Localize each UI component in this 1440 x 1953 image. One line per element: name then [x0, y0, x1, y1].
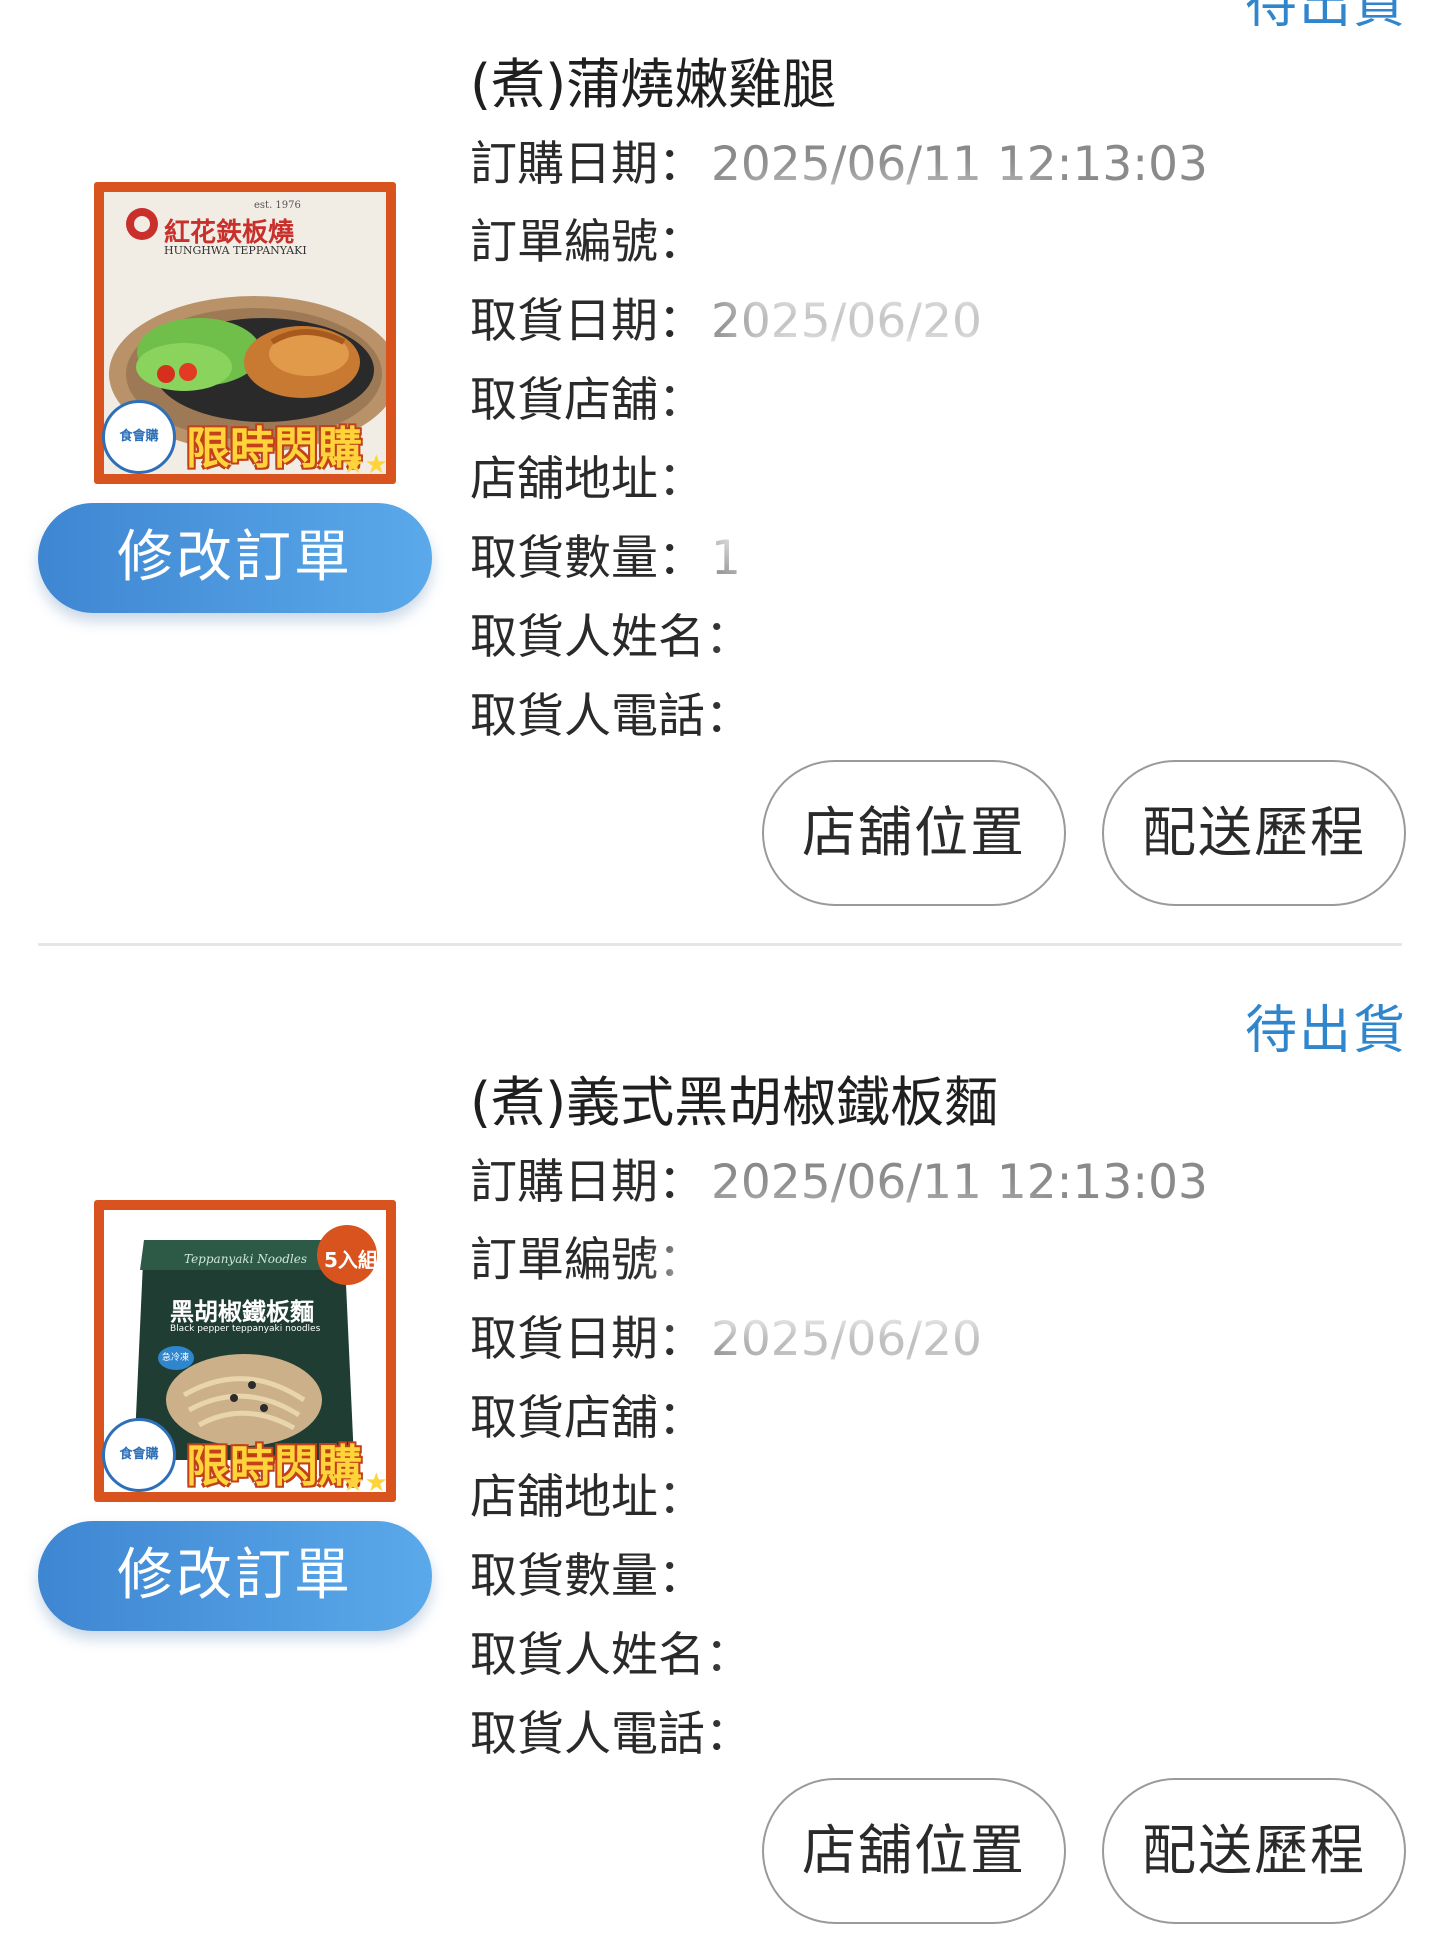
order-status: 待出貨: [1244, 0, 1407, 35]
order-card: 待出貨 (煮)義式黑胡椒鐵板麵 訂購日期： 2025/06/11 12:13:03…: [0, 1001, 1440, 1953]
redaction-mask: [730, 360, 1290, 550]
recipient-name-row: 取貨人姓名：: [470, 610, 752, 665]
star-icon: ★★: [341, 450, 388, 480]
delivery-history-button[interactable]: 配送歷程: [1102, 760, 1406, 906]
order-date-row: 訂購日期： 2025/06/11 12:13:03: [470, 1155, 1208, 1210]
brand-est-text: est. 1976: [254, 200, 301, 211]
pickup-store-row: 取貨店舖：: [470, 1391, 705, 1446]
edit-order-button[interactable]: 修改訂單: [38, 1521, 432, 1631]
pack-count-badge: 5入組: [324, 1248, 378, 1272]
familymart-logo: 食會購: [102, 1418, 176, 1492]
brand-english-text: HUNGHWA TEPPANYAKI: [164, 244, 307, 257]
familymart-logo: 食會購: [102, 400, 176, 474]
pickup-store-row: 取貨店舖：: [470, 373, 705, 428]
recipient-phone-row: 取貨人電話：: [470, 689, 752, 744]
store-location-button[interactable]: 店舖位置: [762, 760, 1066, 906]
delivery-history-button[interactable]: 配送歷程: [1102, 1778, 1406, 1924]
order-number-row: 訂單編號：: [470, 215, 705, 270]
pickup-quantity-row: 取貨數量： 1: [470, 531, 741, 586]
order-date-value: 2025/06/11 12:13:03: [711, 1155, 1208, 1210]
frozen-label: 急冷凍: [162, 1353, 190, 1363]
product-title: (煮)蒲燒嫩雞腿: [470, 53, 837, 116]
redaction-mask: [770, 1633, 1070, 1743]
order-date-value: 2025/06/11 12:13:03: [711, 137, 1208, 192]
redaction-mask: [770, 610, 1070, 720]
edit-order-button[interactable]: 修改訂單: [38, 503, 432, 613]
recipient-name-row: 取貨人姓名：: [470, 1628, 752, 1683]
product-image: 紅花鉄板燒 est. 1976 HUNGHWA TEPPANYAKI 食會購 限…: [94, 182, 396, 484]
pickup-date-row: 取貨日期： 2025/06/20: [470, 1312, 982, 1367]
pickup-quantity-value: 1: [711, 531, 741, 586]
order-status: 待出貨: [1244, 1001, 1407, 1061]
product-title: (煮)義式黑胡椒鐵板麵: [470, 1071, 999, 1134]
redaction-mask: [730, 1388, 1290, 1598]
product-package-english: Black pepper teppanyaki noodles: [170, 1324, 321, 1334]
store-address-row: 店舖地址：: [470, 1470, 705, 1525]
store-address-row: 店舖地址：: [470, 452, 705, 507]
pickup-quantity-row: 取貨數量：: [470, 1549, 705, 1604]
store-location-button[interactable]: 店舖位置: [762, 1778, 1066, 1924]
order-card: 待出貨 (煮)蒲燒嫩雞腿 訂購日期： 2025/06/11 12:13:03 訂單…: [0, 0, 1440, 935]
pickup-date-row: 取貨日期： 2025/06/20: [470, 294, 982, 349]
redaction-mask: [740, 220, 1040, 280]
pickup-date-value: 2025/06/20: [711, 1312, 982, 1367]
flash-sale-badge: 限時閃購: [186, 423, 362, 474]
order-number-row: 訂單編號：: [470, 1233, 705, 1288]
product-brand-script: Teppanyaki Noodles: [184, 1252, 308, 1266]
redaction-mask: [700, 1243, 1040, 1303]
recipient-phone-row: 取貨人電話：: [470, 1707, 752, 1762]
flash-sale-badge: 限時閃購: [186, 1441, 362, 1492]
star-icon: ★★: [341, 1468, 388, 1498]
product-package-name: 黑胡椒鐵板麵: [170, 1297, 314, 1326]
order-date-row: 訂購日期： 2025/06/11 12:13:03: [470, 137, 1208, 192]
order-divider: [38, 943, 1402, 946]
product-image: 5入組 Teppanyaki Noodles 黑胡椒鐵板麵 Black pepp…: [94, 1200, 396, 1502]
pickup-date-value: 2025/06/20: [711, 294, 982, 349]
